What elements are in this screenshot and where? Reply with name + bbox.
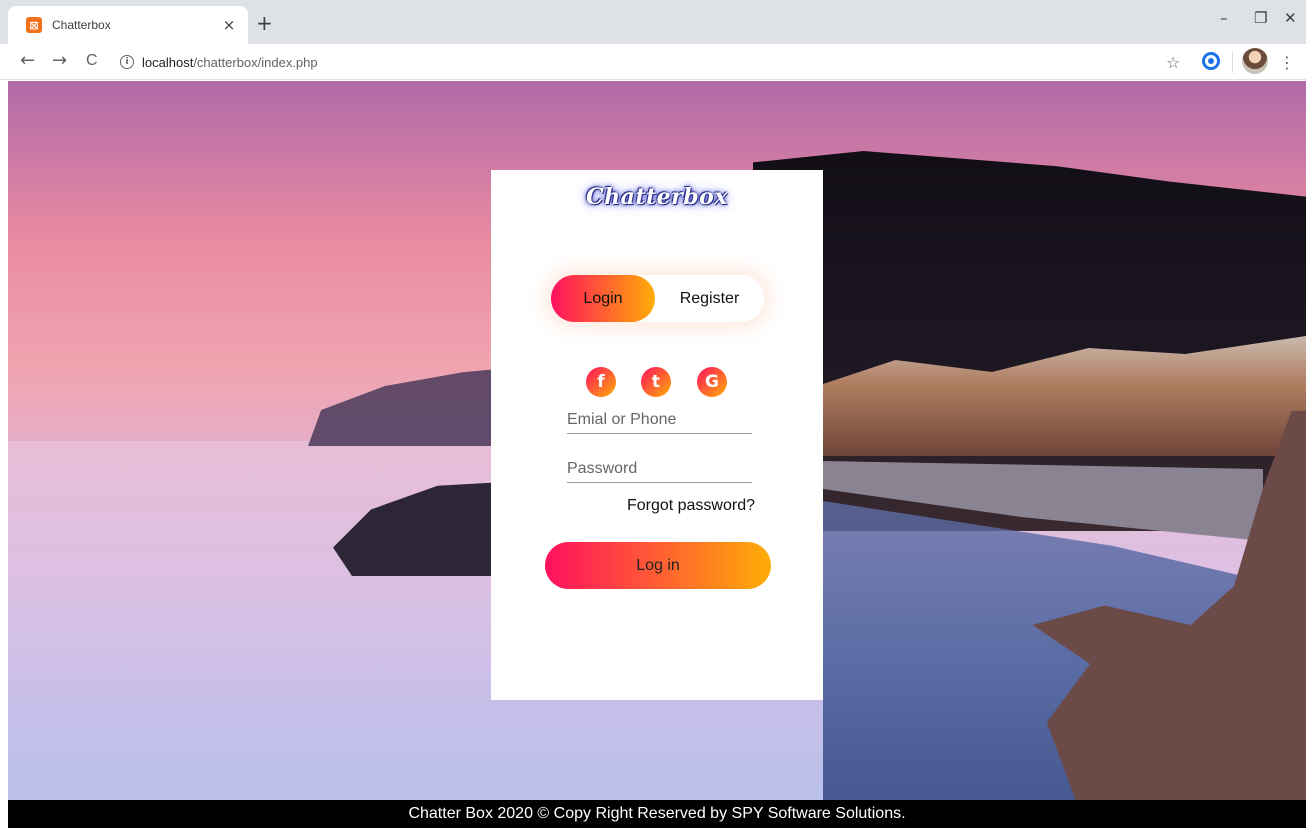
login-card: Chatterbox Login Register f t G Forgot p… [491, 170, 823, 700]
new-tab-icon[interactable]: + [256, 11, 273, 35]
site-info-icon[interactable]: i [120, 55, 134, 69]
page-viewport: Chatterbox Login Register f t G Forgot p… [8, 81, 1306, 800]
forward-icon[interactable]: → [52, 50, 67, 72]
browser-tab[interactable]: ⊠ Chatterbox × [8, 6, 248, 44]
restore-icon[interactable]: ❐ [1254, 9, 1267, 27]
tab-title: Chatterbox [52, 18, 111, 32]
reload-icon[interactable]: C [86, 50, 98, 72]
email-phone-field[interactable] [567, 406, 752, 434]
auth-toggle: Login Register [551, 275, 764, 322]
brand-logo: Chatterbox [586, 184, 728, 210]
minimize-icon[interactable]: – [1220, 9, 1228, 27]
facebook-icon[interactable]: f [586, 367, 616, 397]
extension-icon[interactable] [1202, 52, 1220, 70]
browser-tabstrip: ⊠ Chatterbox × + – ❐ ✕ [0, 0, 1306, 44]
url-path: /chatterbox/index.php [193, 54, 318, 70]
browser-menu-icon[interactable]: ⋮ [1279, 53, 1295, 72]
google-icon[interactable]: G [697, 367, 727, 397]
tab-login[interactable]: Login [551, 275, 655, 322]
profile-avatar[interactable] [1242, 48, 1268, 74]
page-footer: Chatter Box 2020 © Copy Right Reserved b… [8, 800, 1306, 828]
address-bar[interactable]: i localhost/chatterbox/index.php [112, 48, 1192, 76]
login-button[interactable]: Log in [545, 542, 771, 589]
url-text: localhost/chatterbox/index.php [142, 55, 318, 70]
toolbar-separator [1232, 51, 1233, 73]
password-field[interactable] [567, 455, 752, 483]
twitter-icon[interactable]: t [641, 367, 671, 397]
xampp-favicon-icon: ⊠ [26, 17, 42, 33]
browser-toolbar: ← → C i localhost/chatterbox/index.php ☆… [0, 44, 1306, 80]
tab-register[interactable]: Register [655, 275, 764, 322]
tab-close-icon[interactable]: × [220, 16, 238, 34]
bookmark-star-icon[interactable]: ☆ [1166, 53, 1180, 72]
back-icon[interactable]: ← [20, 50, 35, 72]
url-host: localhost [142, 54, 194, 70]
forgot-password-link[interactable]: Forgot password? [491, 497, 755, 515]
window-close-icon[interactable]: ✕ [1284, 9, 1297, 27]
